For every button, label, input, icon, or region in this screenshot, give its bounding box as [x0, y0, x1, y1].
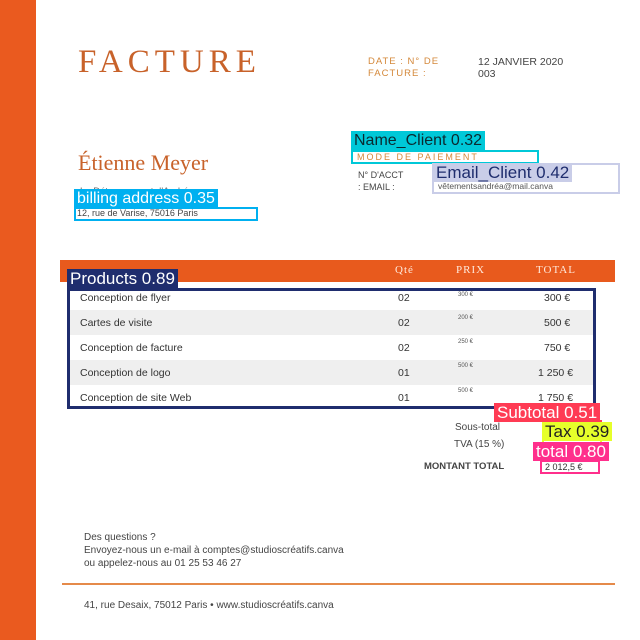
date-label: DATE : N° DE	[368, 56, 440, 67]
acct-label: N° D'ACCT	[358, 170, 404, 180]
contact-question: Des questions ?	[84, 532, 156, 543]
payment-title: MODE DE PAIEMENT	[357, 152, 479, 162]
invoice-title: FACTURE	[78, 44, 261, 80]
total-tag: total 0.80	[533, 442, 609, 461]
footer-divider	[62, 583, 615, 585]
total-value: 2 012,5 €	[545, 462, 583, 472]
invoice-number-value: 003	[478, 68, 496, 80]
header-total: TOTAL	[536, 264, 576, 276]
footer-address: 41, rue Desaix, 75012 Paris • www.studio…	[84, 600, 334, 611]
tax-label: TVA (15 %)	[454, 439, 505, 450]
header-price: PRIX	[456, 264, 486, 276]
client-name: Étienne Meyer	[78, 150, 209, 175]
billing-address-tag: billing address 0.35	[74, 189, 218, 208]
tax-tag: Tax 0.39	[542, 422, 613, 441]
invoice-number-label: FACTURE :	[368, 68, 427, 79]
left-accent-bar	[0, 0, 36, 640]
email-label: : EMAIL :	[358, 182, 395, 192]
client-email: vêtementsandréa@mail.canva	[438, 181, 553, 191]
subtotal-label: Sous-total	[455, 422, 501, 433]
header-qty: Qté	[395, 264, 414, 276]
products-box	[67, 288, 596, 409]
total-label: MONTANT TOTAL	[424, 461, 505, 472]
name-client-tag: Name_Client 0.32	[351, 131, 486, 150]
client-address: 12, rue de Varise, 75016 Paris	[77, 208, 198, 218]
subtotal-tag: Subtotal 0.51	[494, 403, 601, 422]
email-client-tag: Email_Client 0.42	[433, 163, 573, 182]
contact-email: Envoyez-nous un e-mail à comptes@studios…	[84, 545, 344, 556]
contact-phone: ou appelez-nous au 01 25 53 46 27	[84, 558, 242, 569]
products-tag: Products 0.89	[67, 269, 178, 288]
date-value: 12 JANVIER 2020	[478, 56, 564, 68]
